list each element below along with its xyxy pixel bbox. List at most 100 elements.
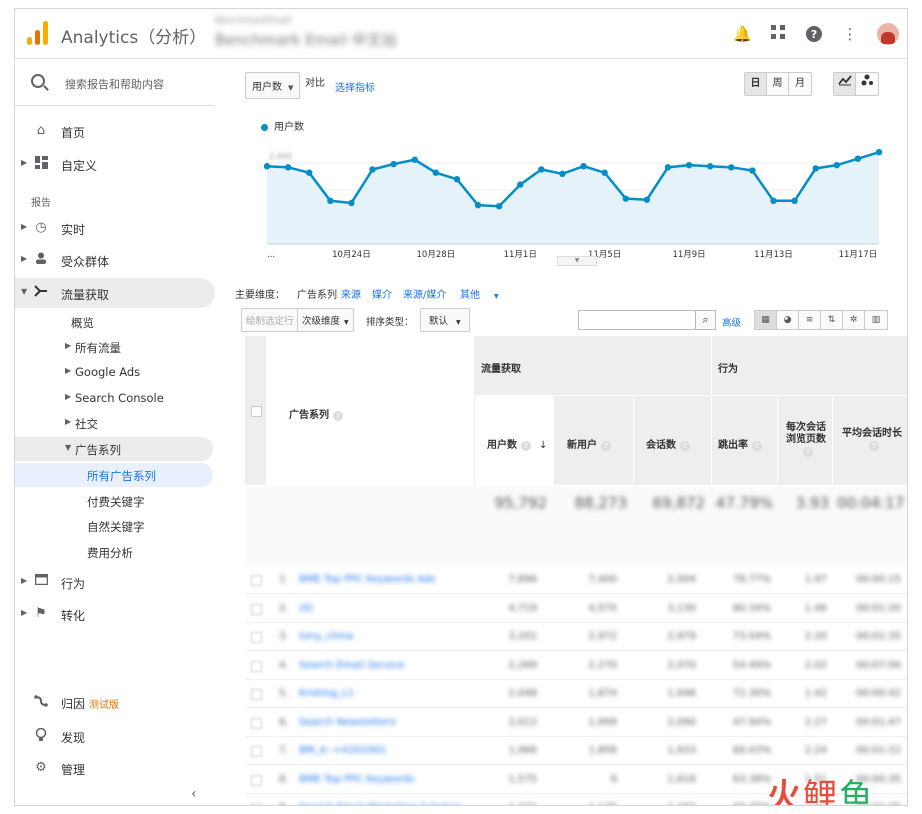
row-checkbox[interactable] [251, 575, 262, 586]
pivot-view-icon[interactable]: ▥ [865, 311, 887, 329]
select-metric-link[interactable]: 选择指标 [335, 79, 375, 94]
row-checkbox[interactable] [251, 632, 262, 643]
row-checkbox[interactable] [251, 603, 262, 615]
campaign-link[interactable]: tony_china [299, 631, 469, 642]
table-row[interactable]: 6. Search Newsletters 2,012 1,999 2,090 47.94… [245, 709, 907, 737]
sidebar-search[interactable]: 搜索报告和帮助内容 [15, 60, 215, 106]
granularity-day-button[interactable]: 日 [745, 73, 767, 95]
bounce-rate-col-header[interactable]: 跳出率? [712, 396, 778, 486]
granularity-month-button[interactable]: 月 [789, 73, 811, 95]
campaign-link[interactable]: Kristing_L1 [299, 688, 469, 699]
help-icon[interactable]: ? [803, 447, 813, 457]
granularity-week-button[interactable]: 周 [767, 73, 789, 95]
data-point[interactable] [327, 197, 334, 204]
table-row[interactable]: 2. (0) 4,719 4,575 3,130 80.34% 1.46 00:01:20 [245, 595, 907, 623]
analytics-logo-icon[interactable] [27, 21, 49, 45]
row-checkbox[interactable] [251, 660, 262, 672]
sidebar-item-realtime[interactable]: ▶ ◷ 实时 [15, 213, 215, 243]
data-point[interactable] [348, 199, 355, 207]
performance-view-icon[interactable]: ≡ [799, 311, 821, 329]
sort-type-select[interactable]: 默认 ▼ [420, 308, 470, 332]
data-point[interactable] [770, 197, 777, 204]
campaign-link[interactable]: BME Top PPC Keywords Ads [299, 574, 469, 585]
data-point[interactable] [538, 166, 545, 173]
sidebar-item-all-traffic[interactable]: ▶ 所有流量 [15, 335, 213, 359]
collapse-sidebar-icon[interactable]: ‹ [191, 786, 197, 802]
sidebar-item-discover[interactable]: 发现 [15, 721, 215, 751]
table-view-icon[interactable]: ▦ [755, 311, 777, 329]
table-row[interactable]: 1. BME Top PPC Keywords Ads 7,896 7,400 2,00… [245, 566, 907, 594]
avatar[interactable] [877, 23, 899, 45]
data-point[interactable] [664, 164, 672, 171]
sidebar-item-acquisition[interactable]: ▼ 流量获取 [15, 278, 215, 308]
apps-grid-icon[interactable] [769, 25, 787, 43]
motion-chart-icon[interactable] [856, 73, 878, 95]
table-search-input[interactable] [578, 310, 696, 330]
data-point[interactable] [369, 166, 376, 173]
campaign-link[interactable]: BM_A-->X202001 [299, 745, 469, 756]
row-checkbox[interactable] [251, 717, 262, 729]
sidebar-item-all-campaigns[interactable]: 所有广告系列 [15, 463, 213, 487]
data-point[interactable] [685, 161, 693, 169]
campaign-col-header[interactable]: 广告系列? [267, 336, 475, 486]
data-point[interactable] [495, 203, 503, 210]
search-input[interactable]: 搜索报告和帮助内容 [65, 76, 164, 92]
sidebar-item-social[interactable]: ▶ 社交 [15, 411, 213, 435]
data-point[interactable] [854, 155, 862, 162]
help-icon[interactable]: ? [521, 441, 531, 451]
data-point[interactable] [749, 167, 756, 174]
row-checkbox[interactable] [251, 746, 262, 757]
sidebar-item-cost-analysis[interactable]: 费用分析 [15, 540, 213, 564]
dim-medium-link[interactable]: 媒介 [372, 286, 392, 301]
sidebar-item-google-ads[interactable]: ▶ Google Ads [15, 360, 213, 384]
data-point[interactable] [390, 160, 397, 168]
data-point[interactable] [284, 164, 292, 171]
data-point[interactable] [263, 163, 271, 170]
data-point[interactable] [411, 156, 418, 163]
data-point[interactable] [453, 176, 461, 183]
account-selector[interactable]: BenchmarkEmail Benchmark Email 中文站 [215, 16, 415, 52]
sidebar-item-organic-keywords[interactable]: 自然关键字 [15, 514, 213, 538]
help-icon[interactable]: ? [680, 441, 690, 451]
help-icon[interactable]: ? [601, 441, 611, 451]
new-users-col-header[interactable]: 新用户? [555, 396, 634, 486]
users-col-header[interactable]: 用户数? ↓ [475, 396, 555, 486]
campaign-link[interactable]: Search Newsletters [299, 717, 469, 728]
advanced-filter-link[interactable]: 高级 [722, 315, 741, 329]
secondary-dimension-select[interactable]: 次级维度 ▼ [297, 308, 354, 332]
help-icon[interactable]: ? [869, 441, 879, 451]
sidebar-item-search-console[interactable]: ▶ Search Console [15, 386, 213, 410]
data-point[interactable] [517, 181, 524, 188]
data-point[interactable] [875, 149, 883, 156]
help-icon[interactable]: ? [805, 25, 823, 43]
comparison-view-icon[interactable]: ⇅ [821, 311, 843, 329]
more-vert-icon[interactable]: ⋮ [841, 25, 859, 43]
sidebar-item-customization[interactable]: ▶ 自定义 [15, 149, 215, 179]
data-point[interactable] [833, 161, 840, 169]
help-icon[interactable]: ? [333, 411, 343, 421]
help-icon[interactable]: ? [752, 441, 762, 451]
sidebar-item-overview[interactable]: 概览 [15, 310, 213, 334]
line-chart-icon[interactable] [834, 73, 856, 95]
data-point[interactable] [728, 164, 735, 171]
data-point[interactable] [643, 196, 651, 203]
chart-range-handle[interactable]: ▼ [557, 256, 597, 266]
campaign-link[interactable]: Search Email Marketing Solution [299, 802, 469, 805]
data-point[interactable] [474, 201, 482, 209]
table-row[interactable]: 7. BM_A-->X202001 1,966 1,856 1,933 60.03% 2.2… [245, 737, 907, 765]
sidebar-item-home[interactable]: ⌂ 首页 [15, 116, 215, 146]
table-row[interactable]: 5. Kristing_L1 2,048 1,874 1,946 72.30% 1.42 00… [245, 680, 907, 708]
data-point[interactable] [791, 197, 798, 204]
table-row[interactable]: 3. tony_china 3,201 2,972 2,979 73.04% 2.20 00:… [245, 623, 907, 651]
sidebar-item-audience[interactable]: ▶ 受众群体 [15, 245, 215, 275]
sidebar-item-conversions[interactable]: ▶ ⚑ 转化 [15, 599, 215, 629]
table-row[interactable]: 4. Search Email Service 2,269 2,270 2,070 54.… [245, 652, 907, 680]
campaign-link[interactable]: Search Email Service [299, 660, 469, 671]
bell-icon[interactable]: 🔔 [733, 25, 752, 43]
data-point[interactable] [580, 163, 587, 170]
sessions-col-header[interactable]: 会话数? [634, 396, 712, 486]
data-point[interactable] [432, 169, 440, 176]
dim-other-link[interactable]: 其他 ▼ [460, 286, 511, 301]
sidebar-item-paid-keywords[interactable]: 付费关键字 [15, 489, 213, 513]
row-checkbox[interactable] [251, 803, 262, 805]
